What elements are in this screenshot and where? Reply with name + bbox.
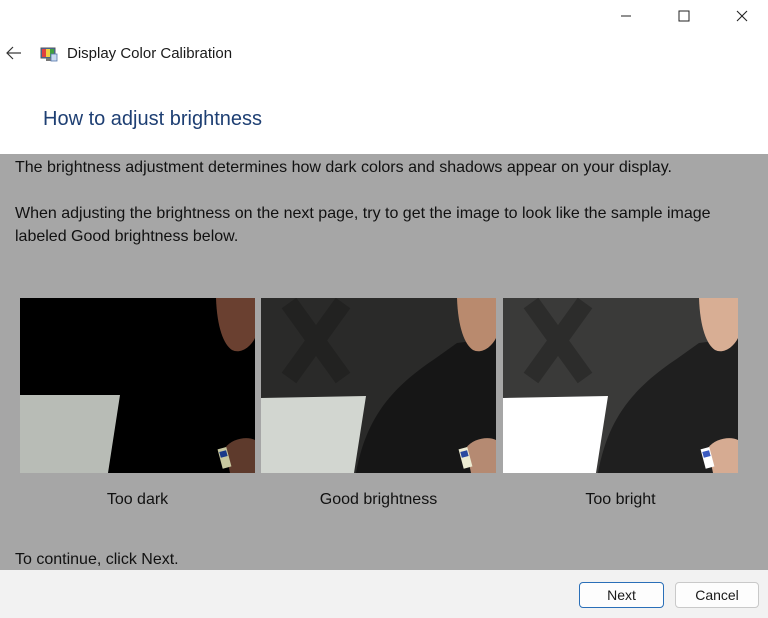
maximize-icon xyxy=(678,10,690,22)
page-heading: How to adjust brightness xyxy=(43,108,263,130)
sample-label-too-dark: Too dark xyxy=(106,491,169,508)
sample-label-too-bright: Too bright xyxy=(585,491,656,508)
back-arrow-icon xyxy=(6,46,21,60)
next-button[interactable]: Next xyxy=(579,582,664,608)
back-button[interactable] xyxy=(2,41,26,65)
minimize-icon xyxy=(621,15,631,17)
minimize-button[interactable] xyxy=(597,0,655,32)
display-color-calibration-icon xyxy=(40,47,58,62)
display-color-calibration-window: Display Color Calibration How to adjust … xyxy=(0,0,768,618)
content-panel: The brightness adjustment determines how… xyxy=(0,154,768,570)
instruction-paragraph: When adjusting the brightness on the nex… xyxy=(15,205,711,245)
sample-image-too-bright xyxy=(503,298,738,473)
close-button[interactable] xyxy=(713,0,768,32)
footer-bar: Next Cancel xyxy=(0,570,768,618)
close-icon xyxy=(736,10,748,22)
sample-image-too-dark xyxy=(20,298,255,473)
sample-image-good-brightness xyxy=(261,298,496,473)
window-title: Display Color Calibration xyxy=(67,45,233,62)
maximize-button[interactable] xyxy=(655,0,713,32)
intro-paragraph: The brightness adjustment determines how… xyxy=(15,159,672,176)
sample-label-good-brightness: Good brightness xyxy=(319,491,438,508)
cancel-button[interactable]: Cancel xyxy=(675,582,759,608)
continue-instruction: To continue, click Next. xyxy=(15,551,179,568)
